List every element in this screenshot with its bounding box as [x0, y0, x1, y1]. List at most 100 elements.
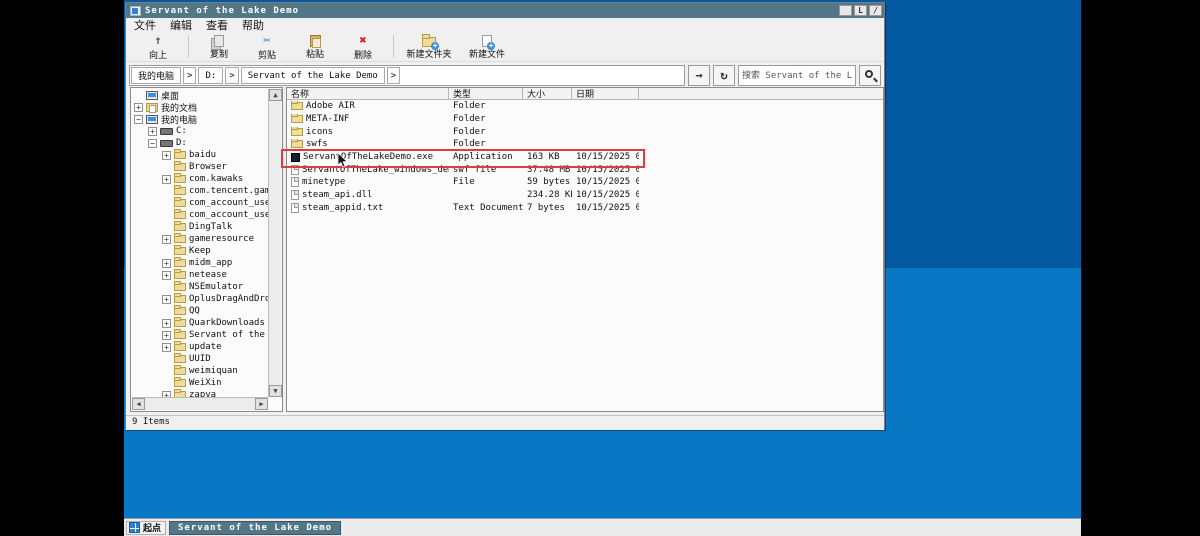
- tree-item-drive-c[interactable]: +C:: [132, 125, 268, 137]
- maximize-button[interactable]: L: [854, 5, 867, 16]
- list-header: 名称 类型 大小 日期: [287, 88, 883, 100]
- expand-icon[interactable]: +: [148, 127, 157, 136]
- tree-item-folder[interactable]: +midm_app: [132, 257, 268, 269]
- table-row[interactable]: steam_api.dll 234.28 KB 10/15/2025 0...: [287, 189, 883, 202]
- tree-item-my-computer[interactable]: −我的电脑: [132, 113, 268, 125]
- tree-item-folder[interactable]: com_account_userce: [132, 197, 268, 209]
- collapse-icon[interactable]: −: [134, 115, 143, 124]
- scroll-up-icon[interactable]: ▲: [269, 89, 282, 101]
- taskbar: 起点 Servant of the Lake Demo: [124, 518, 1081, 536]
- search-input[interactable]: [738, 65, 856, 86]
- collapse-icon[interactable]: −: [148, 139, 157, 148]
- expand-icon[interactable]: +: [162, 151, 171, 160]
- tree-item-folder[interactable]: +netease: [132, 269, 268, 281]
- tree-item-folder[interactable]: +baidu: [132, 149, 268, 161]
- tree-item-folder[interactable]: +com.kawaks: [132, 173, 268, 185]
- cut-button[interactable]: ✂ 剪贴: [243, 32, 291, 61]
- breadcrumb: 我的电脑 > D: > Servant of the Lake Demo >: [129, 65, 685, 86]
- tree-item-folder[interactable]: +update: [132, 341, 268, 353]
- new-folder-button[interactable]: 新建文件夹: [400, 32, 458, 61]
- folder-icon: [174, 355, 186, 363]
- tree-item-folder[interactable]: +Servant of the Lak: [132, 329, 268, 341]
- tree-item-folder[interactable]: QQ: [132, 305, 268, 317]
- tree-item-folder[interactable]: UUID: [132, 353, 268, 365]
- column-header-name[interactable]: 名称: [287, 88, 449, 99]
- new-file-button[interactable]: 新建文件: [458, 32, 516, 61]
- close-button[interactable]: /: [869, 5, 882, 16]
- copy-button[interactable]: 复制: [195, 32, 243, 61]
- menu-file[interactable]: 文件: [134, 17, 156, 33]
- tree-item-desktop[interactable]: 桌面: [132, 89, 268, 101]
- application-icon: [291, 153, 300, 162]
- folder-icon: [174, 247, 186, 255]
- column-header-type[interactable]: 类型: [449, 88, 523, 99]
- table-row-exe-highlighted[interactable]: ServantOfTheLakeDemo.exe Application 163…: [287, 151, 883, 164]
- expand-icon[interactable]: +: [162, 271, 171, 280]
- expand-icon[interactable]: +: [162, 235, 171, 244]
- delete-button[interactable]: ✖ 删除: [339, 32, 387, 61]
- expand-icon[interactable]: +: [162, 259, 171, 268]
- tree-item-my-documents[interactable]: +我的文档: [132, 101, 268, 113]
- up-button[interactable]: ↑ 向上: [134, 32, 182, 61]
- folder-icon: [174, 307, 186, 315]
- scroll-down-icon[interactable]: ▼: [269, 385, 282, 397]
- menu-edit[interactable]: 编辑: [170, 17, 192, 33]
- file-icon: [291, 190, 299, 200]
- table-row[interactable]: minetype File 59 bytes 10/15/2025 0...: [287, 176, 883, 189]
- expand-icon[interactable]: +: [162, 343, 171, 352]
- tree-vertical-scrollbar[interactable]: ▲ ▼: [268, 89, 281, 397]
- folder-icon: [174, 343, 186, 351]
- menu-view[interactable]: 查看: [206, 17, 228, 33]
- minimize-button[interactable]: [839, 5, 852, 16]
- tree-item-folder[interactable]: +zapya: [132, 389, 268, 397]
- expand-icon[interactable]: +: [162, 295, 171, 304]
- column-header-size[interactable]: 大小: [523, 88, 572, 99]
- drive-icon: [160, 140, 173, 147]
- title-bar[interactable]: Servant of the Lake Demo L /: [126, 3, 884, 18]
- table-row[interactable]: ServantOfTheLake_windows_demo.swf swf fi…: [287, 163, 883, 176]
- go-button[interactable]: →: [688, 65, 710, 86]
- chevron-right-icon[interactable]: >: [225, 67, 238, 84]
- breadcrumb-current-folder[interactable]: Servant of the Lake Demo: [241, 67, 385, 84]
- folder-icon: [174, 283, 186, 291]
- table-row[interactable]: icons Folder: [287, 125, 883, 138]
- chevron-right-icon[interactable]: >: [387, 67, 400, 84]
- tree-item-folder[interactable]: Keep: [132, 245, 268, 257]
- table-row[interactable]: swfs Folder: [287, 138, 883, 151]
- tree-item-folder[interactable]: com.tencent.game: [132, 185, 268, 197]
- breadcrumb-my-computer[interactable]: 我的电脑: [131, 67, 181, 84]
- tree-item-folder[interactable]: +gameresource: [132, 233, 268, 245]
- tree-item-folder[interactable]: +OplusDragAndDrop: [132, 293, 268, 305]
- toolbar-separator: [393, 35, 394, 58]
- menu-help[interactable]: 帮助: [242, 17, 264, 33]
- folder-icon: [174, 199, 186, 207]
- tree-item-folder[interactable]: weimiquan: [132, 365, 268, 377]
- search-button[interactable]: [859, 65, 881, 86]
- table-row[interactable]: Adobe AIR Folder: [287, 100, 883, 113]
- folder-icon: [174, 271, 186, 279]
- expand-icon[interactable]: +: [134, 103, 143, 112]
- tree-horizontal-scrollbar[interactable]: ◀ ▶: [132, 397, 268, 410]
- column-header-date[interactable]: 日期: [572, 88, 639, 99]
- start-button[interactable]: 起点: [126, 521, 166, 535]
- tree-item-folder[interactable]: WeiXin: [132, 377, 268, 389]
- tree-item-folder[interactable]: DingTalk: [132, 221, 268, 233]
- scroll-left-icon[interactable]: ◀: [132, 398, 145, 410]
- expand-icon[interactable]: +: [162, 331, 171, 340]
- scroll-right-icon[interactable]: ▶: [255, 398, 268, 410]
- table-row[interactable]: steam_appid.txt Text Document 7 bytes 10…: [287, 202, 883, 215]
- expand-icon[interactable]: +: [162, 175, 171, 184]
- refresh-button[interactable]: ↻: [713, 65, 735, 86]
- taskbar-item-servant-of-the-lake[interactable]: Servant of the Lake Demo: [169, 521, 341, 535]
- table-row[interactable]: META-INF Folder: [287, 113, 883, 126]
- tree-item-folder[interactable]: Browser: [132, 161, 268, 173]
- breadcrumb-drive-d[interactable]: D:: [198, 67, 223, 84]
- tree-item-folder[interactable]: com_account_userce: [132, 209, 268, 221]
- expand-icon[interactable]: +: [162, 319, 171, 328]
- tree-item-folder[interactable]: NSEmulator: [132, 281, 268, 293]
- tree-item-drive-d[interactable]: −D:: [132, 137, 268, 149]
- tree-item-folder[interactable]: +QuarkDownloads: [132, 317, 268, 329]
- paste-button[interactable]: 粘贴: [291, 32, 339, 61]
- up-arrow-icon: ↑: [154, 33, 161, 48]
- chevron-right-icon[interactable]: >: [183, 67, 196, 84]
